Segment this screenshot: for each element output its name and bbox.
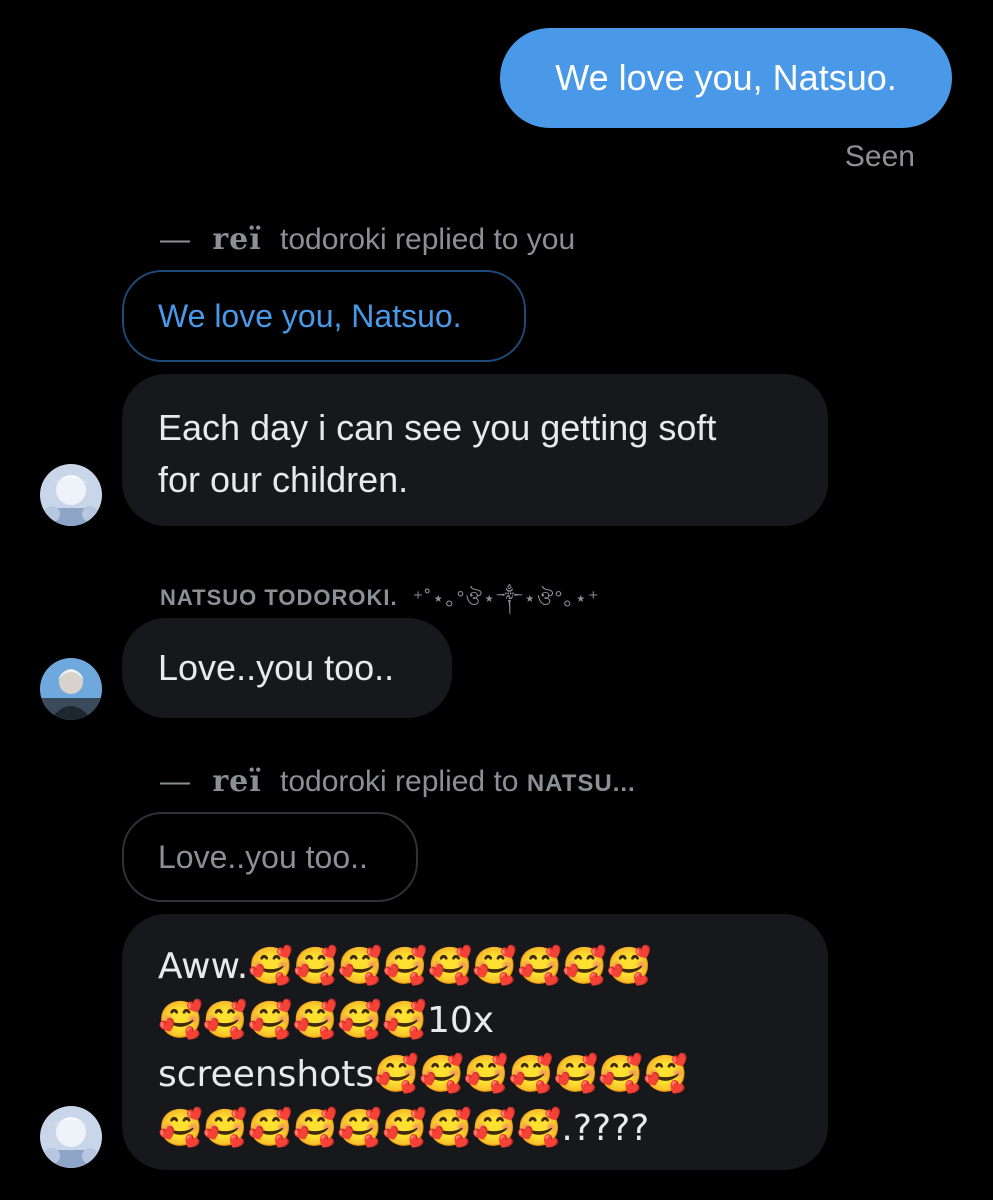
sent-message-text: We love you, Natsuo. xyxy=(555,57,897,98)
seen-status: Seen xyxy=(844,140,915,173)
quoted-message-text: We love you, Natsuo. xyxy=(158,297,462,334)
sender-name: NATSUO TODOROKI. xyxy=(160,585,398,610)
avatar-rei-2[interactable] xyxy=(40,1106,102,1168)
sender-decoration: ⁺˚⋆｡°ঔ⋆༒⋆ঔ°｡⋆⁺ xyxy=(412,588,600,610)
reply-context-text: todoroki replied to xyxy=(279,765,519,798)
sent-message-bubble[interactable]: We love you, Natsuo. xyxy=(500,28,952,128)
message-line: Aww.🥰🥰🥰🥰🥰🥰🥰🥰🥰 xyxy=(158,946,652,987)
avatar-natsuo[interactable] xyxy=(40,658,102,720)
avatar-rei-image xyxy=(40,1106,102,1168)
quoted-message-1[interactable]: We love you, Natsuo. xyxy=(122,270,526,362)
received-message-2[interactable]: Aww.🥰🥰🥰🥰🥰🥰🥰🥰🥰 🥰🥰🥰🥰🥰🥰10x screenshots🥰🥰🥰🥰🥰… xyxy=(122,914,828,1170)
reply-dash: — xyxy=(160,223,190,256)
reply-context-text: todoroki replied to you xyxy=(279,223,576,256)
avatar-rei-image xyxy=(40,464,102,526)
message-line: screenshots🥰🥰🥰🥰🥰🥰🥰 xyxy=(158,1054,688,1095)
message-text: Love..you too.. xyxy=(158,647,395,688)
message-line: for our children. xyxy=(158,459,409,500)
reply-dash: — xyxy=(160,765,190,798)
reply-context-1: — reï todoroki replied to you xyxy=(160,222,575,257)
message-line: Each day i can see you getting soft xyxy=(158,407,717,448)
received-message-1[interactable]: Each day i can see you getting soft for … xyxy=(122,374,828,526)
message-line: 🥰🥰🥰🥰🥰🥰🥰🥰🥰.???? xyxy=(158,1108,650,1149)
message-line: 🥰🥰🥰🥰🥰🥰10x xyxy=(158,1000,495,1041)
avatar-rei[interactable] xyxy=(40,464,102,526)
reply-context-2: — reï todoroki replied to NATSU... xyxy=(160,764,636,799)
reply-target-name: NATSU... xyxy=(526,770,636,797)
reply-author-name: reï xyxy=(212,222,262,257)
received-message-natsuo[interactable]: Love..you too.. xyxy=(122,618,452,718)
reply-author-name: reï xyxy=(212,764,262,799)
avatar-natsuo-image xyxy=(40,658,102,720)
quoted-message-text: Love..you too.. xyxy=(158,838,368,875)
quoted-message-2[interactable]: Love..you too.. xyxy=(122,812,418,902)
